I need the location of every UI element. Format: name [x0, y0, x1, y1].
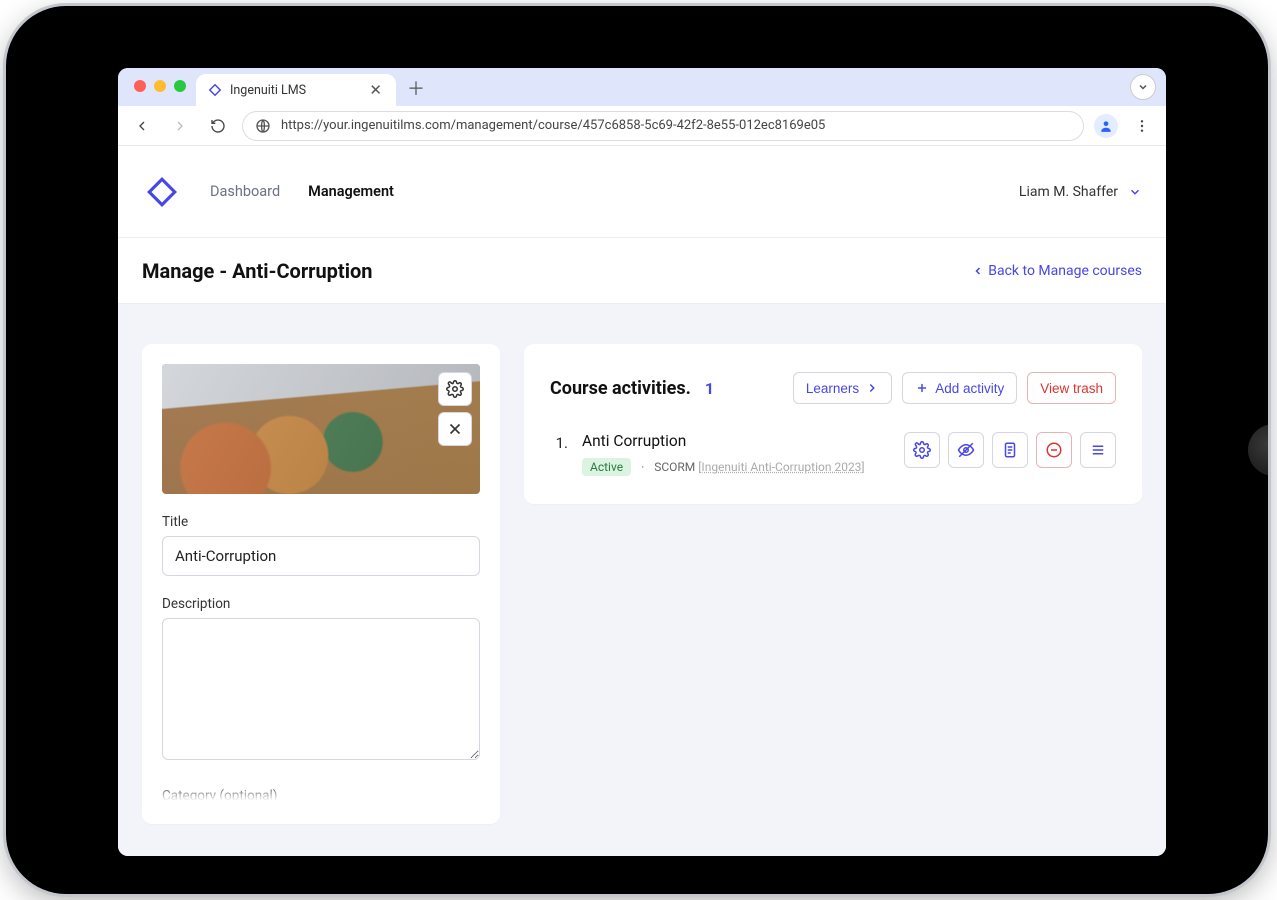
nav-dashboard[interactable]: Dashboard [210, 183, 280, 200]
reload-button[interactable] [204, 112, 232, 140]
course-activities-card: Course activities. 1 Learners Add activi… [524, 344, 1142, 504]
learners-button[interactable]: Learners [793, 372, 892, 404]
minus-circle-icon [1045, 441, 1063, 459]
page-title: Manage - Anti-Corruption [142, 259, 372, 283]
description-input[interactable] [162, 618, 480, 760]
title-input[interactable] [162, 536, 480, 576]
activity-package: [Ingenuiti Anti-Corruption 2023] [698, 460, 864, 474]
eye-off-icon [957, 441, 975, 459]
minimize-window-button[interactable] [154, 80, 166, 92]
cover-remove-button[interactable] [438, 412, 472, 446]
gear-icon [913, 441, 931, 459]
site-info-icon[interactable] [255, 118, 271, 134]
chevron-left-icon [972, 265, 984, 277]
content-area: Title Description Category (optional) Co… [118, 304, 1166, 856]
user-name: Liam M. Shaffer [1019, 184, 1118, 200]
menu-icon [1089, 441, 1107, 459]
profile-button[interactable] [1094, 114, 1118, 138]
activities-heading: Course activities. [550, 378, 691, 399]
add-activity-button[interactable]: Add activity [902, 372, 1017, 404]
browser-window: Ingenuiti LMS ✕ ＋ [118, 68, 1166, 856]
primary-nav: Dashboard Management [210, 183, 394, 200]
course-cover-image [162, 364, 480, 494]
document-icon [1001, 441, 1019, 459]
maximize-window-button[interactable] [174, 80, 186, 92]
activity-settings-button[interactable] [904, 432, 940, 468]
tab-close-button[interactable]: ✕ [365, 79, 386, 101]
x-icon [446, 420, 464, 438]
title-label: Title [162, 514, 480, 530]
activity-index: 1. [550, 432, 568, 452]
activity-visibility-button[interactable] [948, 432, 984, 468]
description-label: Description [162, 596, 480, 612]
activities-count: 1 [705, 379, 714, 398]
tabstrip-dropdown-button[interactable] [1130, 74, 1156, 100]
chevron-right-icon [865, 381, 879, 395]
browser-menu-button[interactable] [1128, 112, 1156, 140]
activity-type: SCORM [Ingenuiti Anti-Corruption 2023] [654, 460, 864, 474]
activity-name: Anti Corruption [582, 432, 890, 450]
category-label: Category (optional) [162, 788, 480, 804]
user-menu[interactable]: Liam M. Shaffer [1019, 184, 1142, 200]
activity-report-button[interactable] [992, 432, 1028, 468]
activity-status-badge: Active [582, 458, 631, 476]
nav-back-button[interactable] [128, 112, 156, 140]
url-text: https://your.ingenuitilms.com/management… [281, 118, 825, 133]
address-bar[interactable]: https://your.ingenuitilms.com/management… [242, 111, 1084, 141]
app-page: Dashboard Management Liam M. Shaffer Man… [118, 146, 1166, 856]
view-trash-label: View trash [1040, 381, 1103, 396]
nav-forward-button[interactable] [166, 112, 194, 140]
back-to-courses-link[interactable]: Back to Manage courses [972, 263, 1142, 279]
close-window-button[interactable] [134, 80, 146, 92]
window-controls [134, 80, 186, 92]
view-trash-button[interactable]: View trash [1027, 372, 1116, 404]
cover-settings-button[interactable] [438, 372, 472, 406]
app-header: Dashboard Management Liam M. Shaffer [118, 146, 1166, 238]
learners-button-label: Learners [806, 381, 859, 396]
activity-delete-button[interactable] [1036, 432, 1072, 468]
page-subheader: Manage - Anti-Corruption Back to Manage … [118, 238, 1166, 304]
browser-tab[interactable]: Ingenuiti LMS ✕ [196, 74, 396, 106]
course-details-card: Title Description Category (optional) [142, 344, 500, 824]
new-tab-button[interactable]: ＋ [402, 74, 430, 102]
plus-icon [915, 381, 929, 395]
tab-title: Ingenuiti LMS [230, 83, 306, 98]
activity-reorder-button[interactable] [1080, 432, 1116, 468]
activity-row: 1. Anti Corruption Active · SCORM [Ingen… [550, 432, 1116, 476]
add-activity-label: Add activity [935, 381, 1004, 396]
cover-image [162, 364, 480, 494]
chevron-down-icon [1128, 185, 1142, 199]
gear-icon [446, 380, 464, 398]
app-logo[interactable] [142, 172, 182, 212]
nav-management[interactable]: Management [308, 183, 394, 200]
meta-separator: · [641, 460, 644, 474]
back-link-label: Back to Manage courses [988, 263, 1142, 279]
browser-tabstrip: Ingenuiti LMS ✕ ＋ [118, 68, 1166, 106]
device-home-button[interactable] [1248, 424, 1268, 476]
tab-favicon [208, 83, 222, 97]
browser-toolbar: https://your.ingenuitilms.com/management… [118, 106, 1166, 146]
